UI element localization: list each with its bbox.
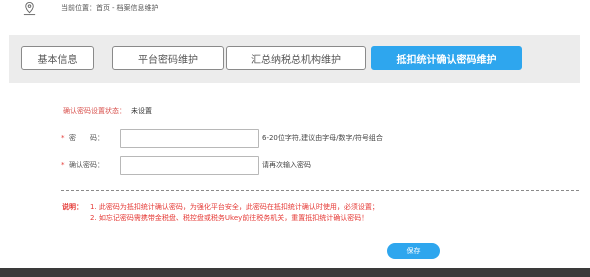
password-row: * 密 码： 6-20位字符,建议由字母/数字/符号组合 bbox=[61, 128, 383, 148]
note-line-2: 2. 如忘记密码需携带金税盘、税控盘或税务Ukey前往税务机关，重置抵扣统计确认… bbox=[90, 214, 369, 222]
tab-platform-password[interactable]: 平台密码维护 bbox=[112, 46, 224, 70]
tab-consolidated-tax-org[interactable]: 汇总纳税总机构维护 bbox=[226, 46, 366, 70]
tab-deduction-confirm-password[interactable]: 抵扣统计确认密码维护 bbox=[371, 46, 522, 70]
breadcrumb: 当前位置： 首页 - 档案信息维护 bbox=[22, 0, 159, 16]
note-block: 说明： 1. 此密码为抵扣统计确认密码，为强化平台安全，此密码在抵扣统计确认时使… bbox=[62, 202, 379, 224]
confirm-password-label: 确认密码： bbox=[69, 161, 104, 169]
status-value: 未设置 bbox=[131, 107, 152, 115]
status-label: 确认密码设置状态： bbox=[63, 107, 126, 115]
confirm-password-row: * 确认密码： 请再次输入密码 bbox=[61, 155, 311, 175]
confirm-password-hint: 请再次输入密码 bbox=[262, 161, 311, 169]
password-label: 密 码： bbox=[69, 134, 104, 142]
confirm-password-input[interactable] bbox=[120, 155, 259, 175]
password-input[interactable] bbox=[120, 128, 259, 148]
note-line-1: 1. 此密码为抵扣统计确认密码，为强化平台安全，此密码在抵扣统计确认时使用，必须… bbox=[90, 203, 379, 211]
required-mark: * bbox=[61, 161, 65, 169]
note-label: 说明： bbox=[62, 203, 83, 211]
divider bbox=[61, 190, 579, 191]
breadcrumb-home-link[interactable]: 首页 bbox=[96, 3, 110, 13]
breadcrumb-separator: - bbox=[112, 4, 115, 12]
password-hint: 6-20位字符,建议由字母/数字/符号组合 bbox=[262, 134, 383, 142]
required-mark: * bbox=[61, 134, 65, 142]
save-button[interactable]: 保存 bbox=[387, 243, 440, 259]
breadcrumb-prefix: 当前位置： bbox=[61, 4, 96, 12]
footer-bar bbox=[0, 268, 590, 277]
password-status-row: 确认密码设置状态： 未设置 bbox=[63, 106, 152, 116]
breadcrumb-current: 档案信息维护 bbox=[116, 4, 159, 12]
location-pin-icon bbox=[23, 1, 36, 15]
tab-basic-info[interactable]: 基本信息 bbox=[21, 46, 94, 70]
tab-bar: 基本信息 平台密码维护 汇总纳税总机构维护 抵扣统计确认密码维护 bbox=[9, 35, 580, 83]
